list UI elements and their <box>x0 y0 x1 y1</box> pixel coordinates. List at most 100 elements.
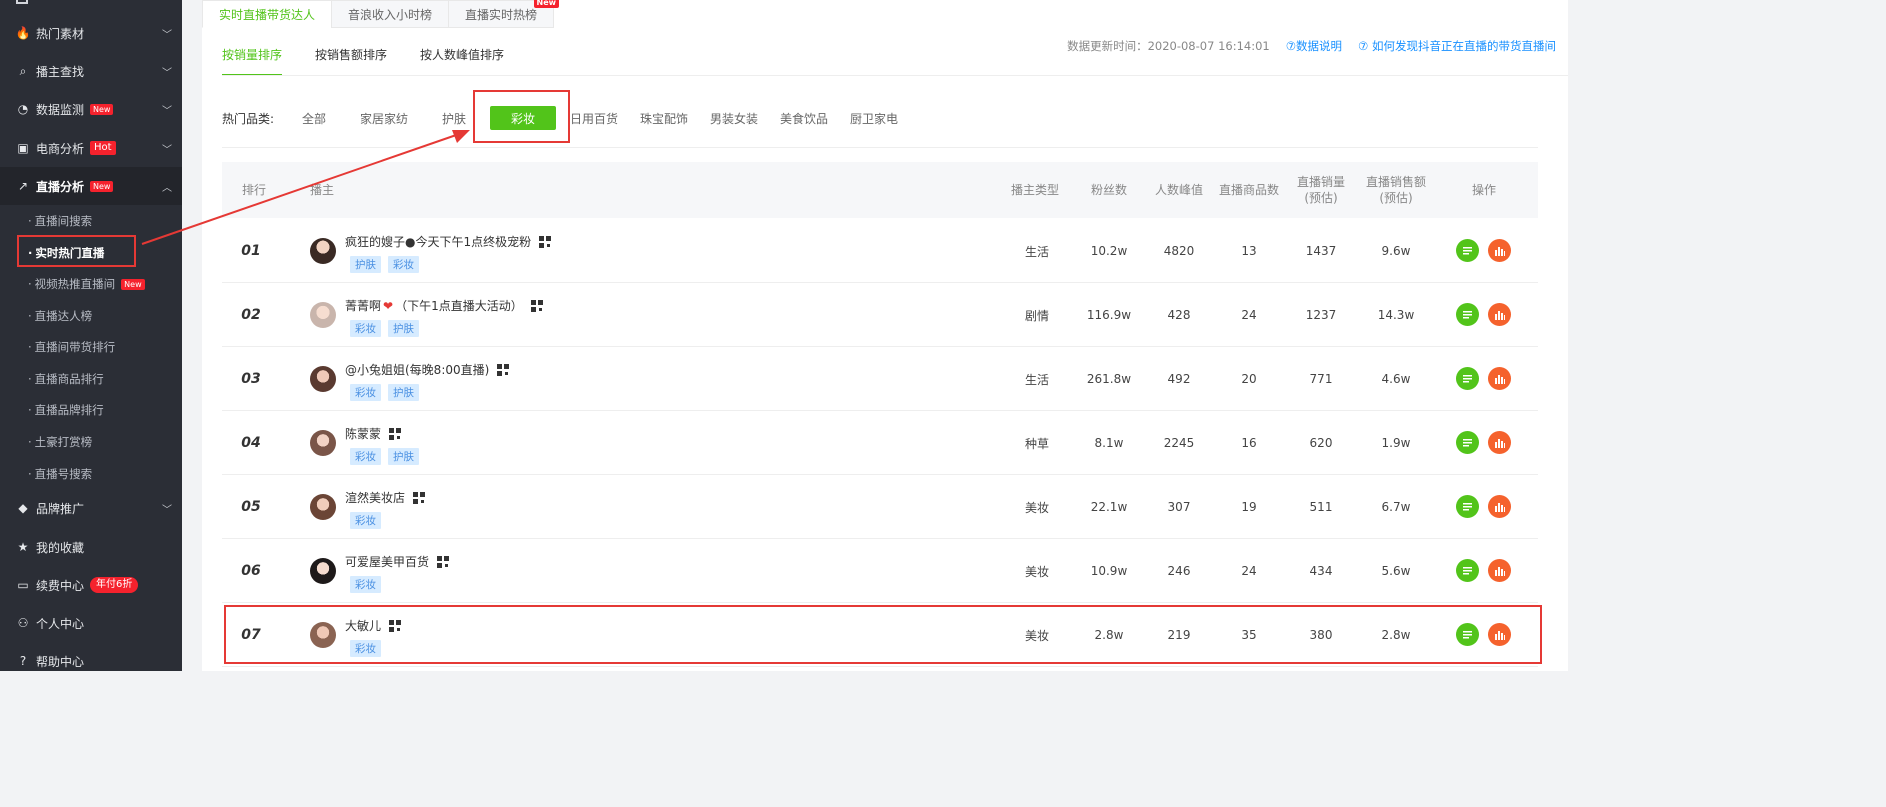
sub-label: 土豪打赏榜 <box>34 435 93 449</box>
stats-button[interactable] <box>1488 431 1511 454</box>
category-appliance[interactable]: 厨卫家电 <box>850 110 920 127</box>
cell-peak: 307 <box>1167 500 1191 514</box>
table-row[interactable]: 01 疯狂的嫂子●今天下午1点终极宠粉 护肤 彩妆 生活 10.2w 4820 … <box>222 219 1538 283</box>
category-daily[interactable]: 日用百货 <box>570 110 640 127</box>
table-row[interactable]: 04 陈蒙蒙 彩妆 护肤 种草 8.1w 2245 16 620 1.9w <box>222 411 1538 475</box>
stats-button[interactable] <box>1488 303 1511 326</box>
tag-list: 彩妆 <box>350 512 388 529</box>
sidebar-item-profile[interactable]: ⚇ 个人中心 <box>0 604 182 642</box>
sort-by-peak[interactable]: 按人数峰值排序 <box>420 40 504 76</box>
table-row[interactable]: 06 可爱屋美甲百货 彩妆 美妆 10.9w 246 24 434 5.6w <box>222 539 1538 603</box>
anchor-name[interactable]: 菁菁啊 ❤ （下午1点直播大活动） <box>345 297 543 314</box>
sidebar-item-favorites[interactable]: ★ 我的收藏 <box>0 528 182 566</box>
sidebar-sub-live-sales-rank[interactable]: · 直播间带货排行 <box>0 331 182 363</box>
category-filter: 热门品类: 全部 家居家纺 护肤 彩妆 日用百货 珠宝配饰 男装女装 美食饮品 … <box>222 100 920 136</box>
anchor-name[interactable]: 可爱屋美甲百货 <box>345 553 450 570</box>
sort-by-sales[interactable]: 按销量排序 <box>222 40 283 76</box>
tag-list: 彩妆 护肤 <box>350 320 426 337</box>
qr-code-icon[interactable] <box>497 363 510 376</box>
help-icon: ? <box>19 654 27 668</box>
anchor-name-text: 菁菁啊 <box>345 299 382 313</box>
cell-goods: 20 <box>1241 372 1257 386</box>
bar-chart-icon <box>1494 437 1505 448</box>
category-jewelry[interactable]: 珠宝配饰 <box>640 110 710 127</box>
cell-goods: 24 <box>1241 564 1257 578</box>
detail-button[interactable] <box>1456 367 1479 390</box>
tab-sound-wave-hourly[interactable]: 音浪收入小时榜 <box>331 0 450 28</box>
category-all[interactable]: 全部 <box>302 110 360 127</box>
diamond-icon: ◆ <box>18 501 28 515</box>
sub-label: 直播间带货排行 <box>34 340 116 354</box>
category-clothing[interactable]: 男装女装 <box>710 110 780 127</box>
cell-goods: 24 <box>1241 308 1257 322</box>
sidebar-sub-live-brand-rank[interactable]: · 直播品牌排行 <box>0 394 182 426</box>
anchor-name[interactable]: @小兔姐姐(每晚8:00直播) <box>345 361 510 378</box>
cell-peak: 428 <box>1167 308 1191 322</box>
how-to-find-link[interactable]: ⑦ 如何发现抖音正在直播的带货直播间 <box>1358 38 1556 54</box>
new-badge: New <box>533 0 560 8</box>
cell-type: 生活 <box>1024 372 1049 387</box>
detail-button[interactable] <box>1456 559 1479 582</box>
qr-code-icon[interactable] <box>539 235 552 248</box>
list-icon <box>1463 374 1472 383</box>
category-home[interactable]: 家居家纺 <box>360 110 442 127</box>
detail-button[interactable] <box>1456 303 1479 326</box>
sidebar-item-live-analysis[interactable]: ↗ 直播分析 New ︿ <box>0 167 182 205</box>
sidebar-item-monitor[interactable]: ◔ 数据监测 New ﹀ <box>0 90 182 128</box>
cell-peak: 246 <box>1167 564 1191 578</box>
sidebar-sub-live-room-search[interactable]: · 直播间搜索 <box>0 205 182 237</box>
qr-code-icon[interactable] <box>389 427 402 440</box>
sidebar-item-brand-promo[interactable]: ◆ 品牌推广 ﹀ <box>0 489 182 527</box>
qr-code-icon[interactable] <box>437 555 450 568</box>
tab-live-sales-talent[interactable]: 实时直播带货达人 <box>202 0 333 28</box>
anchor-name[interactable]: 疯狂的嫂子●今天下午1点终极宠粉 <box>345 233 552 250</box>
detail-button[interactable] <box>1456 495 1479 518</box>
sidebar-item-help[interactable]: ? 帮助中心 <box>0 642 182 671</box>
sidebar-sub-video-hot-live[interactable]: · 视频热推直播间 New <box>0 268 182 300</box>
stats-button[interactable] <box>1488 495 1511 518</box>
sidebar-item-anchor-search[interactable]: ⌕ 播主查找 ﹀ <box>0 52 182 90</box>
data-explain-link[interactable]: ⑦数据说明 <box>1286 38 1342 54</box>
sidebar-sub-live-talent-rank[interactable]: · 直播达人榜 <box>0 300 182 332</box>
anchor-name[interactable]: 陈蒙蒙 <box>345 425 402 442</box>
tag-list: 彩妆 护肤 <box>350 448 426 465</box>
new-badge: New <box>90 180 114 192</box>
sidebar-sub-live-account-search[interactable]: · 直播号搜索 <box>0 458 182 490</box>
sidebar-item-hot-material[interactable]: 🔥 热门素材 ﹀ <box>0 14 182 52</box>
stats-button[interactable] <box>1488 367 1511 390</box>
sidebar-sub-gift-rank[interactable]: · 土豪打赏榜 <box>0 426 182 458</box>
discount-badge: 年付6折 <box>90 577 139 593</box>
heart-icon: ❤ <box>383 298 394 313</box>
sidebar-sub-live-goods-rank[interactable]: · 直播商品排行 <box>0 363 182 395</box>
sort-by-amount[interactable]: 按销售额排序 <box>315 40 387 76</box>
table-row[interactable]: 02 菁菁啊 ❤ （下午1点直播大活动） 彩妆 护肤 剧情 116.9w 428 2… <box>222 283 1538 347</box>
category-tag: 护肤 <box>350 256 381 273</box>
stats-button[interactable] <box>1488 559 1511 582</box>
cell-type: 生活 <box>1024 244 1049 259</box>
header-anchor: 播主 <box>310 183 335 197</box>
category-food[interactable]: 美食饮品 <box>780 110 850 127</box>
header-type: 播主类型 <box>1010 183 1059 197</box>
sidebar-item-label: 品牌推广 <box>36 501 85 516</box>
detail-button[interactable] <box>1456 239 1479 262</box>
row-rank: 06 <box>241 563 261 579</box>
detail-button[interactable] <box>1456 431 1479 454</box>
new-badge: New <box>121 278 145 290</box>
header-fans: 粉丝数 <box>1090 183 1127 197</box>
qr-code-icon[interactable] <box>413 491 426 504</box>
cell-type: 美妆 <box>1024 500 1049 515</box>
anchor-name[interactable]: 渲然美妆店 <box>345 489 426 506</box>
chevron-down-icon: ﹀ <box>162 505 172 516</box>
sidebar-item-renewal[interactable]: ▭ 续费中心 年付6折 <box>0 566 182 604</box>
anchor-name-text: @小兔姐姐(每晚8:00直播) <box>345 363 490 377</box>
table-row[interactable]: 05 渲然美妆店 彩妆 美妆 22.1w 307 19 511 6.7w <box>222 475 1538 539</box>
table-row[interactable]: 03 @小兔姐姐(每晚8:00直播) 彩妆 护肤 生活 261.8w 492 2… <box>222 347 1538 411</box>
stats-button[interactable] <box>1488 239 1511 262</box>
sidebar-item-ecommerce[interactable]: ▣ 电商分析 Hot ﹀ <box>0 129 182 167</box>
bar-chart-icon <box>1494 373 1505 384</box>
tab-live-hot-rank[interactable]: 直播实时热榜 New <box>448 0 560 28</box>
sidebar-item-label: 播主查找 <box>36 64 85 79</box>
avatar <box>310 366 336 392</box>
sidebar-item-label: 帮助中心 <box>36 654 85 669</box>
qr-code-icon[interactable] <box>530 299 543 312</box>
